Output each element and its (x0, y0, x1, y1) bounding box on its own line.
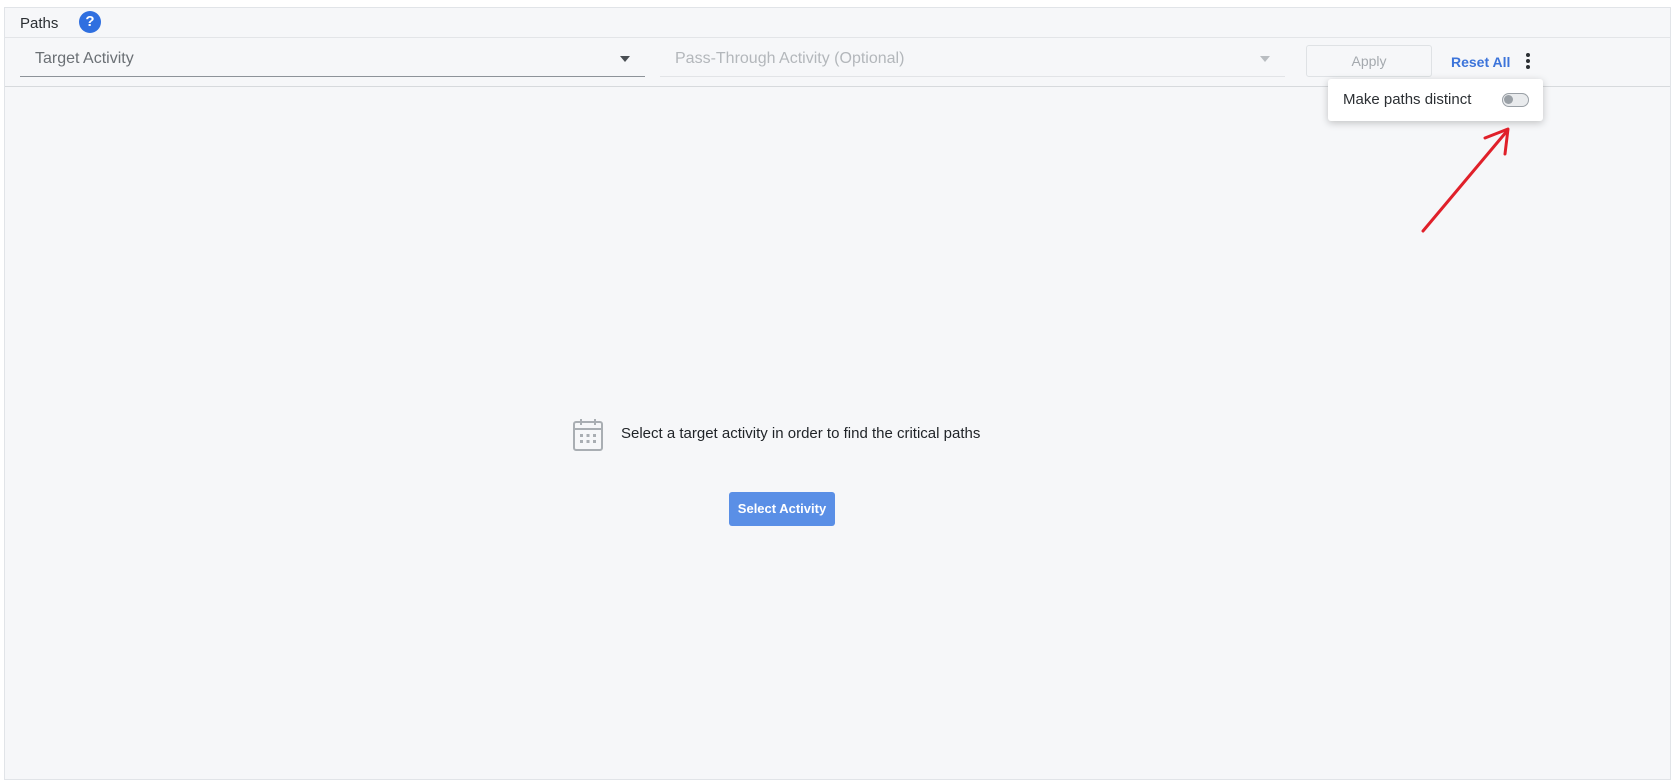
target-activity-placeholder: Target Activity (35, 50, 134, 67)
caret-down-icon (620, 56, 630, 62)
make-paths-distinct-label: Make paths distinct (1343, 91, 1472, 108)
question-circle-icon[interactable]: ? (79, 11, 101, 33)
apply-button[interactable]: Apply (1306, 45, 1432, 77)
empty-state-message: Select a target activity in order to fin… (621, 425, 981, 442)
pass-through-placeholder: Pass-Through Activity (Optional) (675, 50, 905, 67)
vertical-ellipsis-icon[interactable] (1523, 53, 1533, 71)
annotation-arrow (1421, 127, 1510, 233)
empty-state: Select a target activity in order to fin… (571, 417, 991, 467)
options-popover: Make paths distinct (1328, 79, 1543, 121)
calendar-icon (573, 419, 603, 451)
select-activity-button[interactable]: Select Activity (729, 492, 835, 526)
toggle-knob (1504, 95, 1513, 104)
reset-all-button[interactable]: Reset All (1451, 54, 1510, 70)
page-title: Paths (20, 15, 59, 32)
caret-down-icon (1260, 56, 1270, 62)
target-activity-select[interactable]: Target Activity (20, 38, 645, 77)
pass-through-activity-select[interactable]: Pass-Through Activity (Optional) (660, 38, 1285, 77)
paths-panel: Paths ? Target Activity Pass-Through Act… (4, 7, 1671, 780)
panel-header: Paths ? (5, 8, 1670, 38)
make-paths-distinct-toggle[interactable] (1502, 93, 1529, 107)
